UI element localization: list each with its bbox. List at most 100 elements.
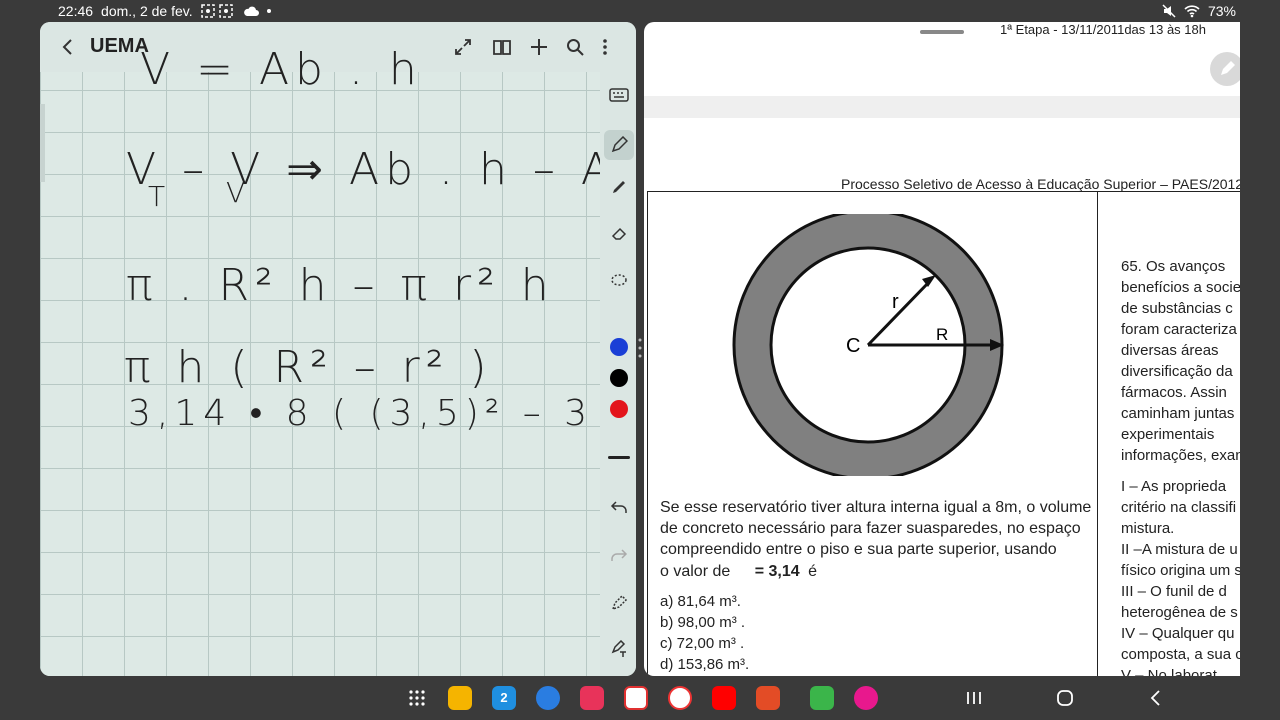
- edge-handle[interactable]: [40, 104, 45, 182]
- status-time: 22:46: [58, 3, 94, 19]
- text-select-tool[interactable]: [608, 592, 630, 614]
- right-col-line-14: físico origina um s: [1121, 562, 1240, 579]
- pdf-window: 1ª Etapa - 13/11/2011das 13 às 18h Proce…: [644, 22, 1240, 676]
- pdf-header-process: Processo Seletivo de Acesso à Educação S…: [841, 176, 1240, 192]
- option-c: c) 72,00 m³ .: [660, 635, 745, 652]
- pen-tool[interactable]: [604, 130, 634, 160]
- question-value-line: o valor de = 3,14 é: [660, 563, 817, 581]
- right-col-line-8: experimentais: [1121, 426, 1215, 443]
- column-divider: [1097, 191, 1098, 676]
- book-view-icon[interactable]: [492, 38, 512, 56]
- status-left: 22:46 dom., 2 de fev.: [58, 3, 271, 19]
- gallery-app-icon[interactable]: [668, 686, 692, 710]
- search-icon[interactable]: [566, 38, 584, 56]
- right-col-line-10: I – As proprieda: [1121, 478, 1227, 495]
- cloud-icon: [243, 6, 259, 16]
- value-constant: = 3,14: [754, 563, 800, 580]
- home-icon[interactable]: [1056, 689, 1074, 707]
- label-C: C: [846, 335, 860, 357]
- pen-icon: [611, 136, 628, 153]
- back-arrow-icon[interactable]: [60, 38, 74, 56]
- status-bar: 22:46 dom., 2 de fev. 73%: [0, 0, 1280, 22]
- office-app-icon[interactable]: [756, 686, 780, 710]
- blossom-app-icon[interactable]: [854, 686, 878, 710]
- more-options-icon[interactable]: [602, 38, 608, 56]
- label-r: r: [892, 291, 899, 313]
- camera-app-icon[interactable]: [580, 686, 604, 710]
- right-col-line-19: V – No laborat: [1121, 667, 1217, 676]
- divider-dots-icon: [638, 338, 642, 358]
- handwriting-line-2: π . R² h – π r² h: [126, 260, 555, 311]
- handwriting-subscript-t: T: [148, 180, 172, 213]
- pen-select-icon: [611, 594, 628, 611]
- right-col-line-17: IV – Qualquer qu: [1121, 625, 1235, 642]
- redo-tool[interactable]: [608, 544, 630, 566]
- messages-app-icon[interactable]: [536, 686, 560, 710]
- handwriting-line-1: V – V ⇒ Ab . h – Ab' . h': [126, 144, 636, 195]
- ring-figure: r R C: [732, 214, 1004, 476]
- question-line-2: compreendido entre o piso e sua parte su…: [660, 541, 1057, 558]
- option-a: a) 81,64 m³.: [660, 593, 741, 610]
- pdf-page-gap: [644, 96, 1240, 118]
- app-drawer-icon[interactable]: [408, 689, 426, 707]
- recent-apps-icon[interactable]: [966, 690, 982, 706]
- right-col-line-13: II –A mistura de u: [1121, 541, 1238, 558]
- option-d: d) 153,86 m³.: [660, 656, 750, 673]
- page-border-left: [647, 191, 648, 676]
- notes-side-toolbar: [600, 72, 636, 676]
- right-col-line-12: mistura.: [1121, 520, 1175, 537]
- right-col-line-0: 65. Os avanços: [1121, 258, 1226, 275]
- label-R: R: [936, 325, 948, 344]
- redo-icon: [611, 549, 628, 561]
- note-canvas[interactable]: V = Ab . h V – V ⇒ Ab . h – Ab' . h' T V…: [40, 44, 636, 676]
- stroke-width-indicator[interactable]: [608, 456, 630, 459]
- lasso-tool[interactable]: [608, 270, 630, 292]
- mute-icon: [1162, 4, 1176, 18]
- right-col-line-15: III – O funil de d: [1121, 583, 1227, 600]
- edit-fab[interactable]: [1210, 52, 1240, 86]
- notification-dot-icon: [266, 9, 271, 13]
- color-blue[interactable]: [610, 338, 628, 356]
- files-app-icon[interactable]: [448, 686, 472, 710]
- eraser-tool[interactable]: [608, 222, 630, 244]
- highlighter-tool[interactable]: [608, 176, 630, 198]
- add-icon[interactable]: [530, 38, 548, 56]
- color-black[interactable]: [610, 369, 628, 387]
- right-col-line-2: de substâncias c: [1121, 300, 1233, 317]
- right-col-line-3: foram caracteriza: [1121, 321, 1237, 338]
- battery-level: 73%: [1207, 3, 1236, 19]
- right-col-line-6: fármacos. Assin: [1121, 384, 1227, 401]
- undo-tool[interactable]: [608, 496, 630, 518]
- split-divider-handle[interactable]: [638, 334, 642, 362]
- color-red[interactable]: [610, 400, 628, 418]
- back-nav-icon[interactable]: [1148, 689, 1162, 707]
- youtube-app-icon[interactable]: [712, 686, 736, 710]
- right-col-line-9: informações, exan: [1121, 447, 1240, 464]
- handwriting-subscript-v: V: [226, 176, 252, 209]
- eraser-icon: [611, 227, 627, 240]
- status-date: dom., 2 de fev.: [101, 3, 193, 19]
- wifi-icon: [1184, 5, 1200, 18]
- taskbar: 2: [0, 676, 1280, 720]
- screen-recorder-app-icon[interactable]: [624, 686, 648, 710]
- right-col-line-5: diversificação da: [1121, 363, 1233, 380]
- calculator-app-icon[interactable]: [810, 686, 834, 710]
- keyboard-tool[interactable]: [608, 84, 630, 106]
- pencil-icon: [1221, 61, 1235, 75]
- right-col-line-4: diversas áreas: [1121, 342, 1219, 359]
- text-pen-icon: [611, 640, 626, 657]
- window-drag-handle-right[interactable]: [920, 30, 964, 34]
- right-col-line-16: heterogênea de s: [1121, 604, 1238, 621]
- value-prefix: o valor de: [660, 563, 731, 580]
- highlighter-icon: [613, 181, 625, 193]
- undo-icon: [610, 501, 627, 513]
- value-suffix: é: [808, 563, 818, 580]
- option-b: b) 98,00 m³ .: [660, 614, 746, 631]
- handwriting-line-0: V = Ab . h: [140, 44, 423, 95]
- expand-icon[interactable]: [454, 38, 472, 56]
- pdf-header-stage: 1ª Etapa - 13/11/2011das 13 às 18h: [1000, 22, 1206, 37]
- calendar-app-icon[interactable]: 2: [492, 686, 516, 710]
- text-tool[interactable]: [608, 638, 630, 660]
- right-col-line-1: benefícios a socie: [1121, 279, 1240, 296]
- page-border-top: [647, 191, 1240, 192]
